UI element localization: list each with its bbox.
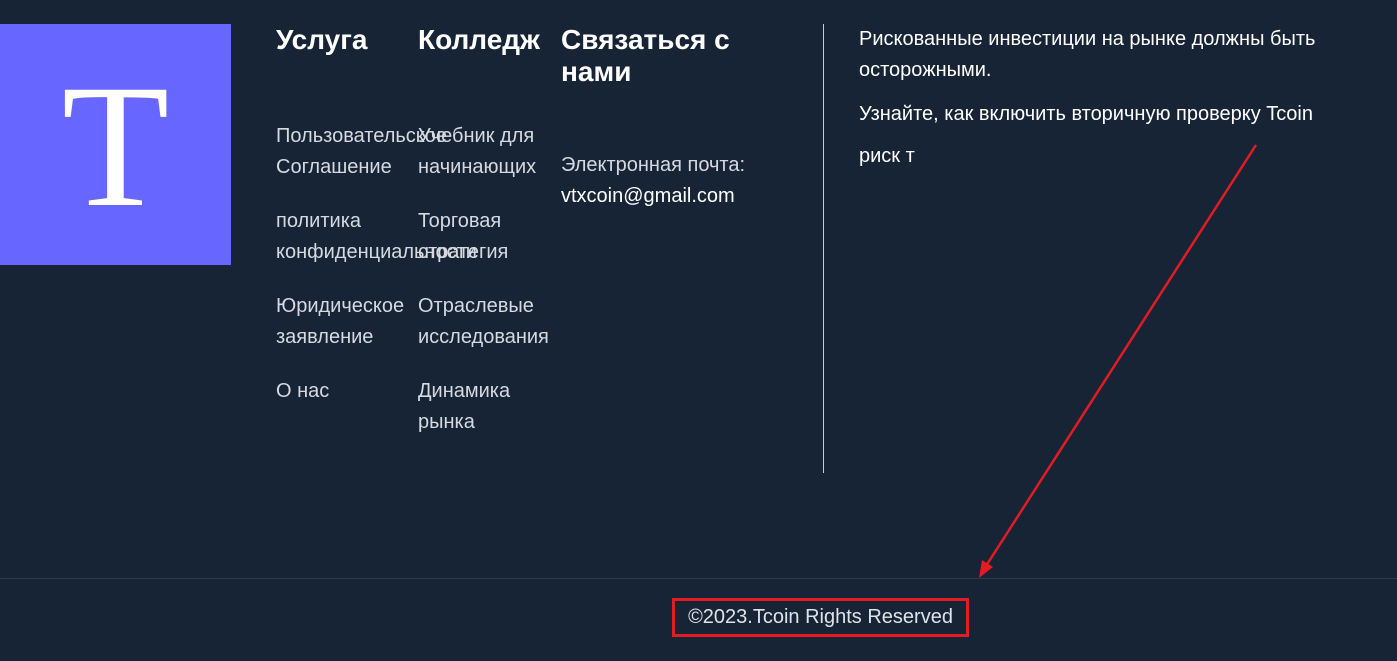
tcoin-logo[interactable]: T — [0, 24, 231, 265]
risk-text: риск т — [859, 145, 915, 167]
logo-letter: T — [61, 48, 170, 244]
vertical-divider — [823, 24, 824, 473]
service-links: Пользовательское Соглашение политика кон… — [276, 121, 477, 407]
risk-warning-text: Рискованные инвестиции на рынке должны б… — [859, 28, 1316, 81]
service-title: Услуга — [276, 24, 368, 55]
link-user-agreement[interactable]: Пользовательское Соглашение — [276, 121, 447, 183]
contact-title: Связаться с нами — [561, 24, 730, 87]
link-beginner-tutorial[interactable]: Учебник для начинающих — [418, 121, 568, 183]
link-privacy-policy[interactable]: политика конфиденциальности — [276, 206, 477, 268]
link-industry-research[interactable]: Отраслевые исследования — [418, 291, 568, 353]
footer-divider — [0, 578, 1397, 579]
college-column: Колледж Учебник для начинающих Торговая … — [418, 24, 568, 461]
link-legal-statement[interactable]: Юридическое заявление — [276, 291, 418, 353]
college-links: Учебник для начинающих Торговая стратеги… — [418, 121, 568, 438]
contact-column: Связаться с нами Электронная почта: vtxc… — [561, 24, 801, 212]
college-title: Колледж — [418, 24, 540, 55]
copyright-text: ©2023.Tcoin Rights Reserved — [672, 598, 969, 637]
link-trading-strategy[interactable]: Торговая стратегия — [418, 206, 568, 268]
link-market-dynamics[interactable]: Динамика рынка — [418, 376, 568, 438]
secondary-verification-link[interactable]: Узнайте, как включить вторичную проверку… — [859, 99, 1369, 130]
link-about-us[interactable]: О нас — [276, 376, 418, 407]
email-label: Электронная почта: — [561, 154, 746, 176]
footer-page: T Услуга Пользовательское Соглашение пол… — [0, 0, 1397, 661]
service-column: Услуга Пользовательское Соглашение полит… — [276, 24, 477, 430]
risk-notice: Рискованные инвестиции на рынке должны б… — [859, 24, 1369, 172]
email-link[interactable]: vtxcoin@gmail.com — [561, 181, 801, 212]
